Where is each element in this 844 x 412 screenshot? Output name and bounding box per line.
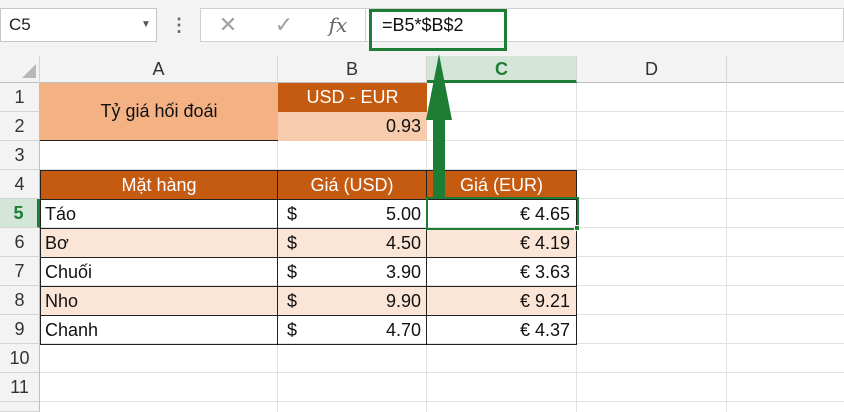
- arrow-up-icon: [426, 54, 452, 120]
- rate-value-cell[interactable]: 0.93: [278, 112, 427, 141]
- column-header-d[interactable]: D: [577, 56, 727, 83]
- row-header-1[interactable]: 1: [0, 83, 40, 112]
- gridline: [726, 83, 727, 412]
- header-cell-item[interactable]: Mặt hàng: [40, 170, 278, 200]
- chevron-down-icon[interactable]: ▼: [138, 8, 154, 42]
- more-options-icon[interactable]: ⋮: [170, 8, 188, 42]
- item-name-cell[interactable]: Nho: [40, 286, 278, 316]
- insert-function-icon[interactable]: fx: [318, 8, 358, 42]
- item-name-cell[interactable]: Bơ: [40, 228, 278, 258]
- usd-value: 9.90: [385, 290, 421, 311]
- name-box[interactable]: C5: [0, 8, 157, 42]
- cancel-icon[interactable]: ✕: [208, 8, 248, 42]
- row-header-8[interactable]: 8: [0, 286, 40, 315]
- row-header-7[interactable]: 7: [0, 257, 40, 286]
- eur-cell[interactable]: € 4.37: [426, 315, 577, 345]
- eur-cell[interactable]: € 9.21: [426, 286, 577, 316]
- usd-value: 3.90: [385, 261, 421, 282]
- column-header-b[interactable]: B: [278, 56, 427, 83]
- row-header-4[interactable]: 4: [0, 170, 40, 199]
- row-header-3[interactable]: 3: [0, 141, 40, 170]
- select-all-triangle-icon: [22, 64, 36, 78]
- header-cell-usd[interactable]: Giá (USD): [277, 170, 427, 200]
- arrow-annotation-shaft: [433, 118, 445, 198]
- row-header-9[interactable]: 9: [0, 315, 40, 344]
- usd-value: 4.50: [385, 232, 421, 253]
- item-name-cell[interactable]: Táo: [40, 199, 278, 229]
- eur-cell[interactable]: € 4.19: [426, 228, 577, 258]
- item-name-cell[interactable]: Chuối: [40, 257, 278, 287]
- exchange-rate-title-cell[interactable]: Tỷ giá hối đoái: [40, 83, 278, 141]
- fill-handle[interactable]: [574, 225, 580, 231]
- row-header-6[interactable]: 6: [0, 228, 40, 257]
- gridline: [40, 401, 844, 402]
- enter-icon[interactable]: ✓: [264, 8, 304, 42]
- row-header-5[interactable]: 5: [0, 199, 40, 228]
- eur-cell[interactable]: € 3.63: [426, 257, 577, 287]
- row-header-12[interactable]: [0, 402, 40, 412]
- header-cell-eur[interactable]: Giá (EUR): [426, 170, 577, 200]
- usd-value: 5.00: [385, 203, 421, 224]
- usd-value: 4.70: [385, 319, 421, 340]
- row-header-2[interactable]: 2: [0, 112, 40, 141]
- item-name-cell[interactable]: Chanh: [40, 315, 278, 345]
- column-header-a[interactable]: A: [40, 56, 278, 83]
- row-header-11[interactable]: 11: [0, 373, 40, 402]
- active-cell-border: [426, 197, 579, 230]
- rate-header-cell[interactable]: USD - EUR: [278, 83, 427, 112]
- row-header-10[interactable]: 10: [0, 344, 40, 373]
- formula-highlight-box: [369, 9, 507, 51]
- gridline: [40, 372, 844, 373]
